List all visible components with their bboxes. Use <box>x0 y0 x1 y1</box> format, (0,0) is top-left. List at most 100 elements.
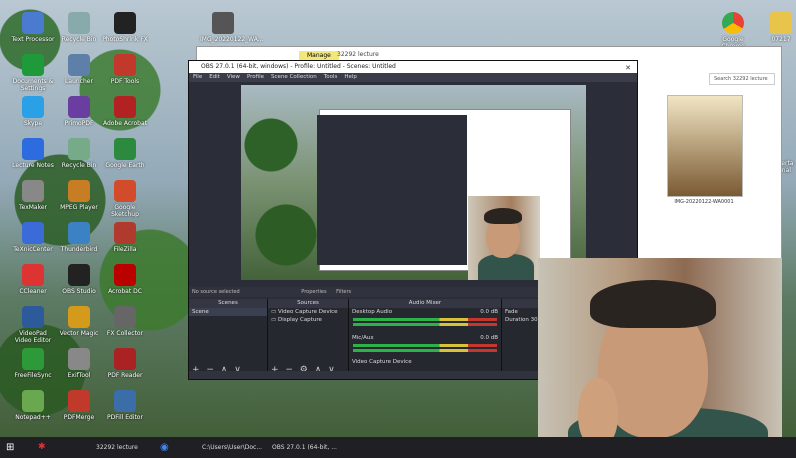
texniccenter-glyph-icon <box>22 222 44 244</box>
sketchup-icon[interactable]: Google Sketchup <box>102 180 148 218</box>
app-pin-icon[interactable]: ✱ <box>38 440 46 455</box>
desktop-icon-label: Recycle Bin <box>61 36 97 43</box>
videopad-glyph-icon <box>22 306 44 328</box>
chrome-icon[interactable]: Google Chrome <box>710 12 756 50</box>
sources-dock-title: Sources <box>268 299 348 308</box>
person-hair <box>590 280 716 328</box>
notepadpp-glyph-icon <box>22 390 44 412</box>
desktop-icon-label: Vector Magic <box>59 330 99 337</box>
preview-nested-obs <box>317 115 467 265</box>
desktop-icon-label: VideoPad Video Editor <box>14 330 52 344</box>
obs-menu-item[interactable]: Profile <box>247 74 264 80</box>
desktop-icon-label: Skype <box>23 120 43 127</box>
ccleaner-icon[interactable]: CCleaner <box>10 264 56 295</box>
audio-mixer-title: Audio Mixer <box>349 299 501 308</box>
texmaker-icon[interactable]: TexMaker <box>10 180 56 211</box>
notepadpp-icon[interactable]: Notepad++ <box>10 390 56 421</box>
filezilla-icon[interactable]: FileZilla <box>102 222 148 253</box>
chrome-taskbar-icon[interactable]: ◉ <box>160 440 169 455</box>
source-label: Display Capture <box>277 317 322 323</box>
person-hair <box>484 208 522 224</box>
taskbar-doc[interactable]: C:\Users\User\Doc... <box>202 440 262 455</box>
image-file-icon[interactable]: IMG_20220122_WA... <box>200 12 263 43</box>
sources-dock: Sources ▭ Video Capture Device ▭ Display… <box>268 299 349 377</box>
taskbar: ⊞ ✱ ◉ 32292 lecture C:\Users\User\Doc... O… <box>0 437 796 458</box>
taskbar-obs[interactable]: OBS 27.0.1 (64-bit, ... <box>272 440 337 455</box>
primopdf-icon[interactable]: PrimoPDF <box>56 96 102 127</box>
acrobat-dc-icon[interactable]: Acrobat DC <box>102 264 148 295</box>
fx-collector-icon[interactable]: FX Collector <box>102 306 148 337</box>
scene-list-item[interactable]: Scene <box>189 308 267 316</box>
explorer-search-input[interactable]: Search 32292 lecture <box>709 73 775 85</box>
lecture-notes-icon[interactable]: Lecture Notes <box>10 138 56 169</box>
videopad-icon[interactable]: VideoPad Video Editor <box>10 306 56 344</box>
obs-studio-glyph-icon <box>68 264 90 286</box>
acrobat-icon[interactable]: Adobe Acrobat <box>102 96 148 127</box>
photo-thumbnail[interactable] <box>667 95 743 197</box>
webcam-overlay-large <box>538 258 782 458</box>
filters-button[interactable]: Filters <box>336 289 351 295</box>
pdf-tools-glyph-icon <box>114 54 136 76</box>
duration-label: Duration <box>505 317 529 323</box>
desktop-icon-label: Recycle Bin <box>61 162 97 169</box>
primopdf-glyph-icon <box>68 96 90 118</box>
documents-icon[interactable]: Documents & Settings <box>10 54 56 92</box>
skype-icon[interactable]: Skype <box>10 96 56 127</box>
obs-menu-item[interactable]: Help <box>344 74 357 80</box>
recycle-bin-icon[interactable]: Recycle Bin <box>56 12 102 43</box>
obs-menu-item[interactable]: View <box>227 74 240 80</box>
mixer-channel-db: 0.0 dB <box>480 335 498 341</box>
pdf-reader-icon[interactable]: PDF Reader <box>102 348 148 379</box>
texniccenter-icon[interactable]: TeXnicCenter <box>10 222 56 253</box>
photo-thumbnail-label: IMG-20220122-WA0001 <box>674 199 734 205</box>
google-earth-icon[interactable]: Google Earth <box>102 138 148 169</box>
pdfill-icon[interactable]: PDFill Editor <box>102 390 148 421</box>
obs-menu-item[interactable]: File <box>193 74 202 80</box>
source-list-item[interactable]: ▭ Video Capture Device <box>268 308 348 316</box>
recycle-bin-2-icon[interactable]: Recycle Bin <box>56 138 102 169</box>
folder-icon[interactable]: 07217 <box>758 12 796 43</box>
desktop-icon-label: Thunderbird <box>60 246 98 253</box>
launcher-icon[interactable]: Launcher <box>56 54 102 85</box>
photoshrink-icon[interactable]: PhotoShrink FX <box>102 12 148 43</box>
start-windows-icon[interactable]: ⊞ <box>6 440 18 455</box>
obs-menu-item[interactable]: Tools <box>324 74 338 80</box>
mpeg-player-icon[interactable]: MPEG Player <box>56 180 102 211</box>
freefilesync-glyph-icon <box>22 348 44 370</box>
desktop-icon-label: CCleaner <box>19 288 47 295</box>
taskbar-explorer[interactable]: 32292 lecture <box>96 440 138 455</box>
source-list-item[interactable]: ▭ Display Capture <box>268 316 348 324</box>
desktop-icon-label: Launcher <box>65 78 93 85</box>
obs-studio-icon[interactable]: OBS Studio <box>56 264 102 295</box>
no-source-label: No source selected <box>192 289 240 295</box>
pdfmerge-icon[interactable]: PDFMerge <box>56 390 102 421</box>
desktop-icon-label: FileZilla <box>113 246 137 253</box>
launcher-glyph-icon <box>68 54 90 76</box>
exiftool-icon[interactable]: ExifTool <box>56 348 102 379</box>
desktop-icon-label: Lecture Notes <box>12 162 54 169</box>
freefilesync-icon[interactable]: FreeFileSync <box>10 348 56 379</box>
volume-meter[interactable] <box>353 318 497 321</box>
thunderbird-icon[interactable]: Thunderbird <box>56 222 102 253</box>
texmaker-glyph-icon <box>22 180 44 202</box>
chrome-glyph-icon <box>722 12 744 34</box>
desktop-icon-label: Google Earth <box>105 162 145 169</box>
desktop-icon-label: OBS Studio <box>62 288 96 295</box>
vector-magic-icon[interactable]: Vector Magic <box>56 306 102 337</box>
obs-menu-item[interactable]: Scene Collection <box>271 74 317 80</box>
obs-menu-item[interactable]: Edit <box>209 74 220 80</box>
text-processor-icon[interactable]: Text Processor <box>10 12 56 43</box>
volume-meter[interactable] <box>353 323 497 326</box>
volume-meter[interactable] <box>353 344 497 347</box>
filezilla-glyph-icon <box>114 222 136 244</box>
volume-meter[interactable] <box>353 349 497 352</box>
properties-button[interactable]: Properties <box>301 289 326 295</box>
obs-menu-bar: File Edit View Profile Scene Collection Tools… <box>189 73 637 82</box>
desktop-icon-label: Notepad++ <box>15 414 51 421</box>
pdf-tools-icon[interactable]: PDF Tools <box>102 54 148 85</box>
mixer-channel-name: Video Capture Device <box>352 359 412 365</box>
explorer-manage-tab[interactable]: Manage <box>299 51 339 60</box>
mixer-channel-db: 0.0 dB <box>480 309 498 315</box>
thunderbird-glyph-icon <box>68 222 90 244</box>
photoshrink-glyph-icon <box>114 12 136 34</box>
